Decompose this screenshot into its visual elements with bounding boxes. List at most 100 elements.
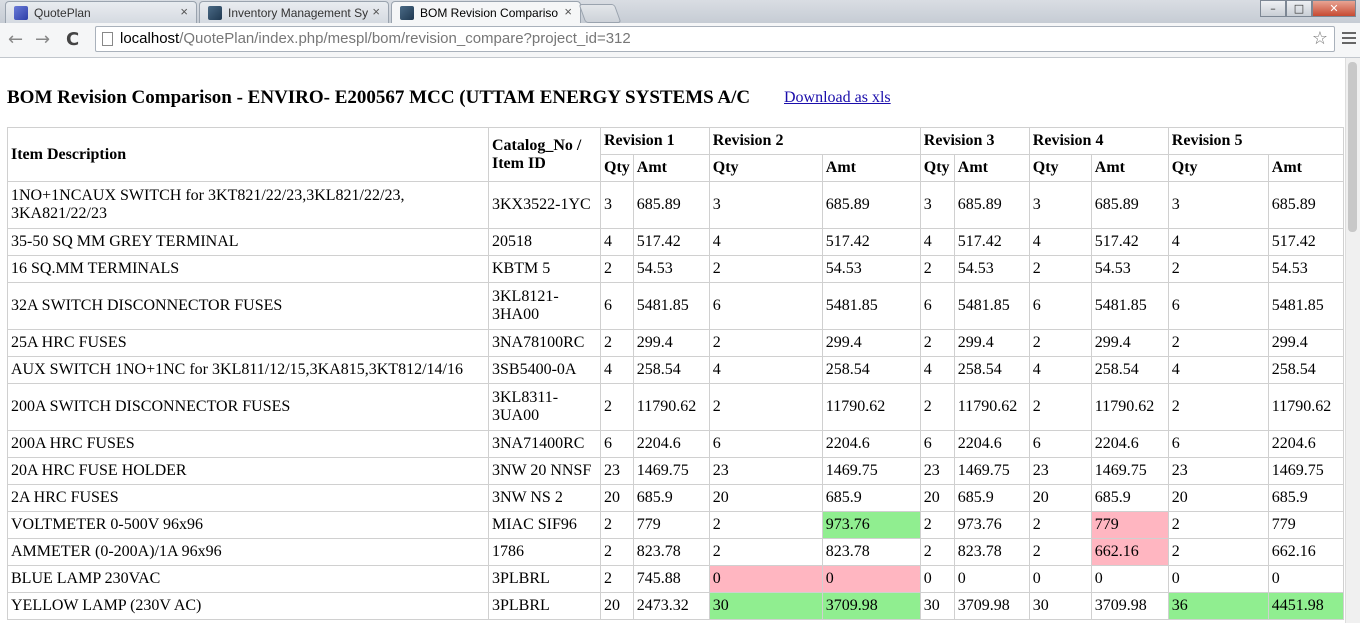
table-body: 1NO+1NCAUX SWITCH for 3KT821/22/23,3KL82… xyxy=(7,181,1344,620)
bom-favicon-icon xyxy=(400,6,414,20)
catalog-cell: 3PLBRL xyxy=(488,592,601,620)
rev5-amt-cell: 5481.85 xyxy=(1267,282,1344,330)
rev2-amt-cell: 258.54 xyxy=(821,356,921,384)
rev2-qty-cell: 2 xyxy=(708,255,823,283)
rev1-amt-cell: 685.89 xyxy=(632,181,710,229)
rev2-amt-cell: 299.4 xyxy=(821,329,921,357)
page-icon xyxy=(102,32,113,46)
rev3-amt-cell: 685.89 xyxy=(953,181,1030,229)
header-revision-4: Revision 4 xyxy=(1028,127,1169,155)
rev1-qty-cell: 2 xyxy=(600,565,634,593)
rev4-qty-cell: 2 xyxy=(1028,383,1092,431)
rev4-amt-cell: 0 xyxy=(1090,565,1169,593)
rev2-qty-cell: 0 xyxy=(708,565,823,593)
table-row: YELLOW LAMP (230V AC) 3PLBRL 20 2473.32 30 37… xyxy=(7,592,1344,620)
catalog-cell: 3NA71400RC xyxy=(488,430,601,458)
rev3-qty-cell: 2 xyxy=(919,538,955,566)
rev3-qty-cell: 30 xyxy=(919,592,955,620)
catalog-cell: 3PLBRL xyxy=(488,565,601,593)
rev3-amt-cell: 54.53 xyxy=(953,255,1030,283)
rev4-amt-cell: 54.53 xyxy=(1090,255,1169,283)
rev5-qty-cell: 6 xyxy=(1167,430,1269,458)
rev2-qty-cell: 2 xyxy=(708,538,823,566)
rev5-amt-cell: 11790.62 xyxy=(1267,383,1344,431)
rev5-amt-cell: 258.54 xyxy=(1267,356,1344,384)
rev4-amt-cell: 258.54 xyxy=(1090,356,1169,384)
rev4-qty-cell: 6 xyxy=(1028,282,1092,330)
item-description-cell: 200A SWITCH DISCONNECTOR FUSES xyxy=(7,383,489,431)
rev2-qty-cell: 6 xyxy=(708,430,823,458)
rev4-amt-cell: 11790.62 xyxy=(1090,383,1169,431)
bookmark-star-icon[interactable]: ☆ xyxy=(1312,27,1328,51)
rev4-amt-cell: 299.4 xyxy=(1090,329,1169,357)
catalog-cell: 3NA78100RC xyxy=(488,329,601,357)
rev3-qty-cell: 6 xyxy=(919,430,955,458)
item-description-cell: 35-50 SQ MM GREY TERMINAL xyxy=(7,228,489,256)
rev1-amt-cell: 685.9 xyxy=(632,484,710,512)
rev5-qty-cell: 2 xyxy=(1167,383,1269,431)
rev2-amt-cell: 685.9 xyxy=(821,484,921,512)
item-description-cell: 20A HRC FUSE HOLDER xyxy=(7,457,489,485)
rev3-amt-cell: 299.4 xyxy=(953,329,1030,357)
rev3-amt-cell: 823.78 xyxy=(953,538,1030,566)
download-xls-link[interactable]: Download as xls xyxy=(784,89,891,107)
minimize-button[interactable]: – xyxy=(1260,0,1286,17)
header-revision-1: Revision 1 xyxy=(600,127,710,155)
rev5-amt-cell: 54.53 xyxy=(1267,255,1344,283)
rev3-qty-cell: 2 xyxy=(919,511,955,539)
header-revision-5: Revision 5 xyxy=(1167,127,1344,155)
rev1-qty-cell: 2 xyxy=(600,255,634,283)
rev4-qty-cell: 4 xyxy=(1028,228,1092,256)
table-row: BLUE LAMP 230VAC 3PLBRL 2 745.88 0 0 0 0 0 0 0 0 xyxy=(7,565,1344,593)
rev1-amt-cell: 5481.85 xyxy=(632,282,710,330)
table-row: 16 SQ.MM TERMINALS KBTM 5 2 54.53 2 54.53 2 54.… xyxy=(7,255,1344,283)
item-description-cell: 2A HRC FUSES xyxy=(7,484,489,512)
rev1-qty-cell: 4 xyxy=(600,228,634,256)
rev2-amt-cell: 54.53 xyxy=(821,255,921,283)
new-tab-button[interactable] xyxy=(578,4,622,23)
close-window-button[interactable]: ✕ xyxy=(1312,0,1356,17)
rev5-amt-cell: 685.89 xyxy=(1267,181,1344,229)
close-icon[interactable]: × xyxy=(372,4,380,19)
rev1-qty-cell: 20 xyxy=(600,592,634,620)
menu-icon[interactable] xyxy=(1342,32,1356,47)
rev1-amt-cell: 2204.6 xyxy=(632,430,710,458)
rev1-qty-cell: 4 xyxy=(600,356,634,384)
header-qty: Qty xyxy=(919,154,955,182)
tab-bom-revision[interactable]: BOM Revision Compariso × xyxy=(391,1,581,23)
header-item-description: Item Description xyxy=(7,127,489,182)
rev4-amt-cell: 517.42 xyxy=(1090,228,1169,256)
tab-quoteplan[interactable]: QuotePlan × xyxy=(5,1,197,23)
forward-arrow-icon[interactable]: → xyxy=(35,29,50,50)
rev1-amt-cell: 1469.75 xyxy=(632,457,710,485)
rev5-qty-cell: 23 xyxy=(1167,457,1269,485)
rev5-qty-cell: 4 xyxy=(1167,356,1269,384)
rev3-qty-cell: 20 xyxy=(919,484,955,512)
rev5-amt-cell: 662.16 xyxy=(1267,538,1344,566)
tab-inventory[interactable]: Inventory Management Sy × xyxy=(199,1,389,23)
rev4-amt-cell: 685.89 xyxy=(1090,181,1169,229)
url-input[interactable]: localhost/QuotePlan/index.php/mespl/bom/… xyxy=(95,26,1335,52)
rev5-amt-cell: 4451.98 xyxy=(1267,592,1344,620)
close-icon[interactable]: × xyxy=(180,4,188,19)
rev4-qty-cell: 2 xyxy=(1028,538,1092,566)
rev5-qty-cell: 6 xyxy=(1167,282,1269,330)
rev1-amt-cell: 823.78 xyxy=(632,538,710,566)
window-controls: – □ ✕ xyxy=(1260,0,1356,18)
back-arrow-icon[interactable]: ← xyxy=(8,29,23,50)
rev1-qty-cell: 2 xyxy=(600,511,634,539)
rev3-amt-cell: 3709.98 xyxy=(953,592,1030,620)
item-description-cell: AMMETER (0-200A)/1A 96x96 xyxy=(7,538,489,566)
quoteplan-favicon-icon xyxy=(14,6,28,20)
reload-icon[interactable]: C xyxy=(66,29,79,50)
rev5-amt-cell: 779 xyxy=(1267,511,1344,539)
rev3-qty-cell: 2 xyxy=(919,329,955,357)
rev4-qty-cell: 0 xyxy=(1028,565,1092,593)
rev5-qty-cell: 20 xyxy=(1167,484,1269,512)
address-toolbar: ← → C localhost/QuotePlan/index.php/mesp… xyxy=(0,23,1360,58)
maximize-button[interactable]: □ xyxy=(1286,0,1312,17)
close-icon[interactable]: × xyxy=(564,4,572,19)
page-scrollbar[interactable] xyxy=(1345,58,1360,623)
scrollbar-thumb[interactable] xyxy=(1348,62,1357,232)
catalog-cell: 1786 xyxy=(488,538,601,566)
